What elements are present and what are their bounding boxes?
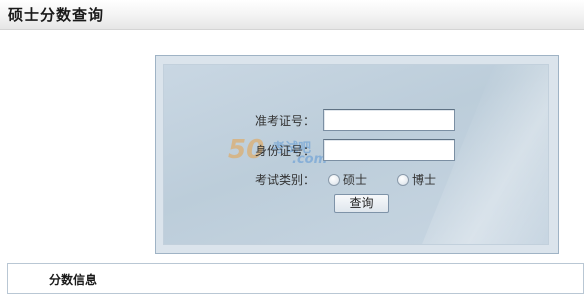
radio-doctor[interactable] [397,174,409,186]
id-card-input[interactable] [323,139,455,161]
radio-master-label: 硕士 [343,173,368,187]
score-info-bar: 分数信息 [7,263,584,294]
id-card-label: 身份证号： [254,144,315,158]
exam-id-input[interactable] [323,109,455,131]
exam-category-label: 考试类别： [254,173,315,187]
exam-id-label: 准考证号： [254,114,315,128]
title-bar: 硕士分数查询 [0,0,584,30]
query-button[interactable]: 查询 [334,194,389,213]
radio-master[interactable] [328,174,340,186]
score-info-title: 分数信息 [49,273,98,287]
radio-doctor-label: 博士 [412,173,437,187]
page-title: 硕士分数查询 [8,6,105,24]
